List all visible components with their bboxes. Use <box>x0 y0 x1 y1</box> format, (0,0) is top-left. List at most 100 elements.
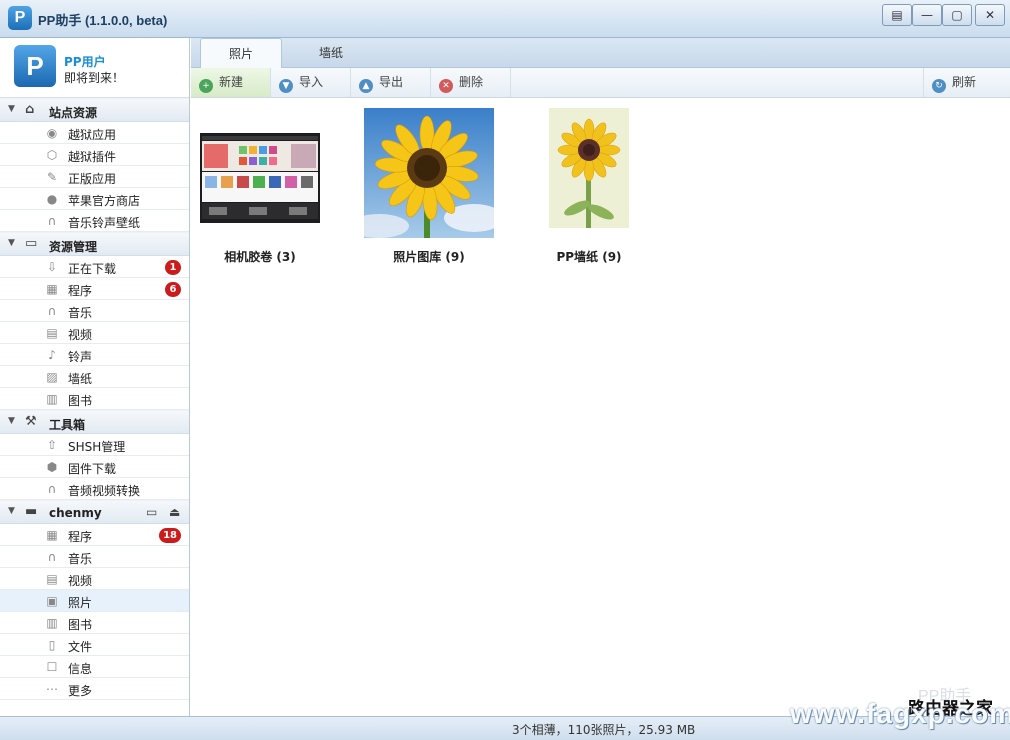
sidebar-section-1[interactable]: ▼ ▭ 资源管理 <box>0 232 189 256</box>
note-icon: ♪ <box>48 348 56 362</box>
import-icon: ▼ <box>279 79 293 93</box>
collapse-caret-icon[interactable]: ▼ <box>8 416 15 426</box>
program-icon: ▦ <box>46 528 58 542</box>
sidebar-item[interactable]: ∩ 音乐铃声壁纸 <box>0 210 189 232</box>
export-button[interactable]: ▲ 导出 <box>351 68 431 97</box>
watermark: www.fagxp.com <box>790 698 1010 729</box>
sidebar-item[interactable]: ▯ 文件 <box>0 634 189 656</box>
sidebar-item[interactable]: ⋯ 更多 <box>0 678 189 700</box>
import-button[interactable]: ▼ 导入 <box>271 68 351 97</box>
appstore-icon: ✎ <box>46 170 58 184</box>
sidebar-item-label: 苹果官方商店 <box>68 194 141 208</box>
sidebar-item[interactable]: ⇩ 正在下载 1 <box>0 256 189 278</box>
sidebar-item-label: 固件下载 <box>68 462 117 476</box>
sidebar-section-3[interactable]: ▼ ▬ chenmy ▭ ⏏ <box>0 500 189 524</box>
collapse-caret-icon[interactable]: ▼ <box>8 104 15 114</box>
delete-button[interactable]: ✕ 删除 <box>431 68 511 97</box>
app-icon: ◉ <box>46 126 58 140</box>
album-pp-wallpaper[interactable]: PP墙纸 (9) <box>514 108 664 265</box>
sidebar-item-label: 越狱插件 <box>68 150 117 164</box>
sidebar-item-label: 音乐铃声壁纸 <box>68 216 141 230</box>
sidebar-item[interactable]: ▨ 墙纸 <box>0 366 189 388</box>
download-icon: ⇩ <box>46 260 58 274</box>
album-thumbnail <box>200 133 320 223</box>
sidebar-item[interactable]: ▦ 程序 18 <box>0 524 189 546</box>
sidebar-section-label: 站点资源 <box>49 106 98 120</box>
sidebar-item[interactable]: ▥ 图书 <box>0 388 189 410</box>
sidebar-item-label: 照片 <box>68 596 93 610</box>
minimize-button[interactable]: — <box>912 4 942 26</box>
convert-icon: ∩ <box>47 482 57 496</box>
sidebar-item[interactable]: ∩ 音乐 <box>0 300 189 322</box>
album-photo-library[interactable]: 照片图库 (9) <box>354 108 504 265</box>
sidebar-item-label: 更多 <box>68 684 93 698</box>
sidebar-item[interactable]: ✎ 正版应用 <box>0 166 189 188</box>
refresh-icon: ↻ <box>932 79 946 93</box>
sidebar-item[interactable]: ∩ 音频视频转换 <box>0 478 189 500</box>
refresh-label: 刷新 <box>952 75 977 89</box>
sidebar-section-label: 资源管理 <box>49 240 98 254</box>
book-icon: ▥ <box>46 616 58 630</box>
sidebar-item-label: 正版应用 <box>68 172 117 186</box>
new-label: 新建 <box>219 75 244 89</box>
tab-wallpaper[interactable]: 墙纸 <box>290 38 372 68</box>
sidebar-item[interactable]: ▥ 图书 <box>0 612 189 634</box>
tab-photos[interactable]: 照片 <box>200 38 282 69</box>
avatar[interactable]: P <box>14 45 56 87</box>
sidebar-item[interactable]: ⬢ 固件下载 <box>0 456 189 478</box>
sidebar-item[interactable]: ▦ 程序 6 <box>0 278 189 300</box>
sidebar-item[interactable]: ☐ 信息 <box>0 656 189 678</box>
album-label: PP墙纸 (9) <box>556 250 622 264</box>
count-badge: 18 <box>159 528 181 543</box>
import-label: 导入 <box>299 75 324 89</box>
sidebar-item[interactable]: ∩ 音乐 <box>0 546 189 568</box>
sidebar-item[interactable]: ⇧ SHSH管理 <box>0 434 189 456</box>
sidebar-section-label: 工具箱 <box>49 418 86 432</box>
window-title: PP助手 (1.1.0.0, beta) <box>38 13 168 28</box>
sidebar-item[interactable]: ◉ 越狱应用 <box>0 122 189 144</box>
collapse-caret-icon[interactable]: ▼ <box>8 238 15 248</box>
sidebar-item-label: 图书 <box>68 394 93 408</box>
sidebar-item-label: 墙纸 <box>68 372 93 386</box>
album-label: 照片图库 (9) <box>393 250 465 264</box>
sidebar: P PP用户 即将到来！ ▼ ⌂ 站点资源 ◉ 越狱应用 ⬡ 越狱插件 ✎ 正版应用 ● 苹果官方商… <box>0 38 190 716</box>
sidebar-item[interactable]: ▤ 视频 <box>0 322 189 344</box>
plugin-icon: ⬡ <box>46 148 58 162</box>
device-icon: ▬ <box>25 504 38 519</box>
sidebar-item[interactable]: ▤ 视频 <box>0 568 189 590</box>
new-button[interactable]: + 新建 <box>191 68 271 97</box>
user-name[interactable]: PP用户 <box>64 53 106 70</box>
main-panel: 照片 墙纸 + 新建 ▼ 导入 ▲ 导出 ✕ 删除 ↻ 刷新 相机胶卷 (3) … <box>191 38 1010 716</box>
monitor-icon: ▭ <box>25 236 38 251</box>
maximize-button[interactable]: ▢ <box>942 4 972 26</box>
shsh-icon: ⇧ <box>46 438 58 452</box>
close-button[interactable]: ✕ <box>975 4 1005 26</box>
count-badge: 6 <box>165 282 181 297</box>
battery-icon: ▭ <box>146 505 158 519</box>
app-logo: P <box>8 6 32 30</box>
sidebar-item-label: 铃声 <box>68 350 93 364</box>
refresh-button[interactable]: ↻ 刷新 <box>923 68 1009 97</box>
film-icon: ▤ <box>46 572 58 586</box>
album-grid: 相机胶卷 (3) 照片图库 (9) PP墙纸 (9) <box>191 98 1010 716</box>
sidebar-item[interactable]: ▣ 照片 <box>0 590 189 612</box>
sidebar-item[interactable]: ♪ 铃声 <box>0 344 189 366</box>
sidebar-section-0[interactable]: ▼ ⌂ 站点资源 <box>0 98 189 122</box>
sidebar-section-2[interactable]: ▼ ⚒ 工具箱 <box>0 410 189 434</box>
program-icon: ▦ <box>46 282 58 296</box>
album-thumbnail <box>364 108 494 238</box>
sidebar-item-label: 视频 <box>68 328 93 342</box>
sidebar-item-label: 程序 <box>68 284 93 298</box>
sidebar-item[interactable]: ⬡ 越狱插件 <box>0 144 189 166</box>
home-icon: ⌂ <box>25 102 35 117</box>
skin-button[interactable]: ▤ <box>882 4 912 26</box>
collapse-caret-icon[interactable]: ▼ <box>8 506 15 516</box>
more-icon: ⋯ <box>46 682 58 696</box>
toolbar: + 新建 ▼ 导入 ▲ 导出 ✕ 删除 ↻ 刷新 <box>191 68 1010 98</box>
eject-icon[interactable]: ⏏ <box>169 505 180 519</box>
sidebar-item[interactable]: ● 苹果官方商店 <box>0 188 189 210</box>
album-camera-roll[interactable]: 相机胶卷 (3) <box>185 108 335 265</box>
sidebar-item-label: 程序 <box>68 530 93 544</box>
user-panel: P PP用户 即将到来！ <box>0 38 189 98</box>
tab-bar: 照片 墙纸 <box>191 38 1010 69</box>
